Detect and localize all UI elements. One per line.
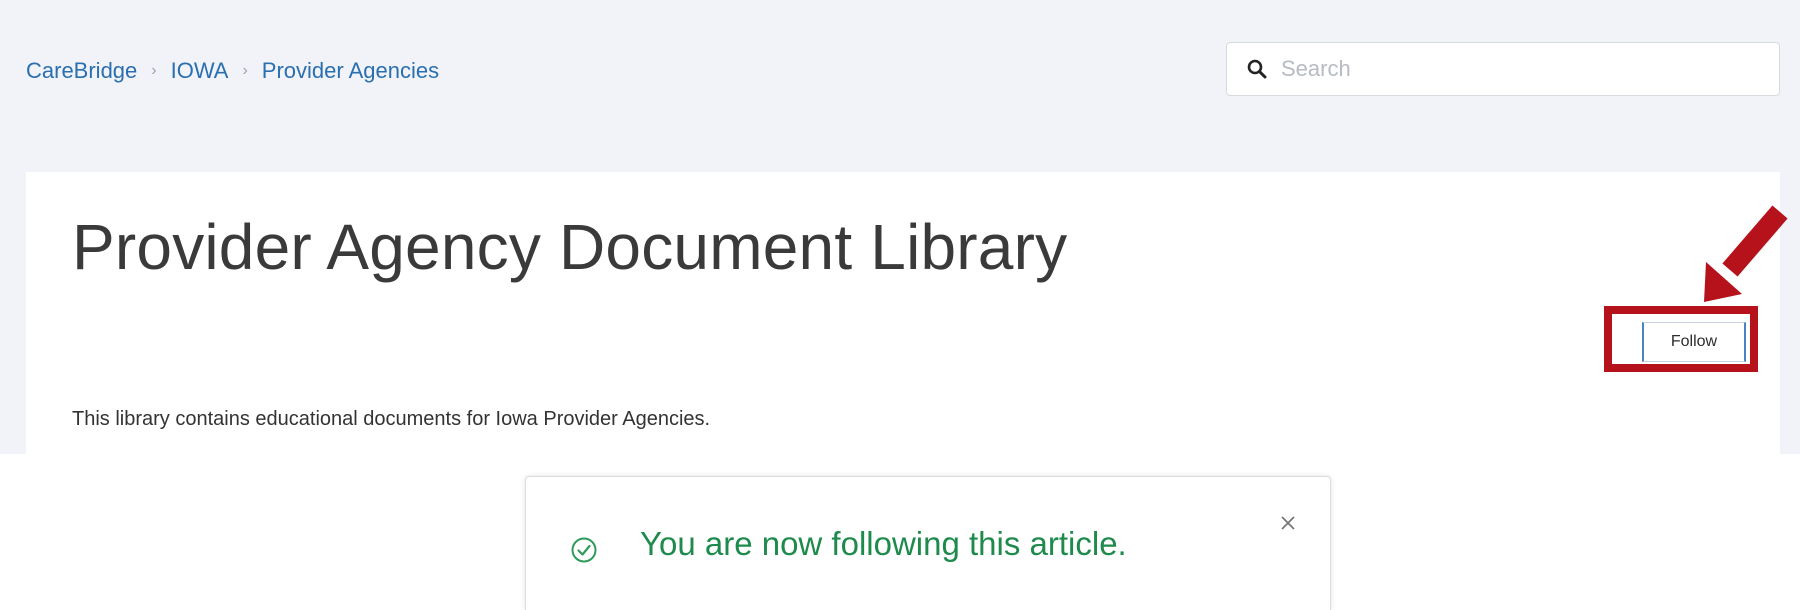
follow-button[interactable]: Follow [1642,322,1746,362]
close-icon[interactable] [1276,511,1300,535]
breadcrumb-link-provider-agencies[interactable]: Provider Agencies [262,58,439,84]
breadcrumb: CareBridge › IOWA › Provider Agencies [26,58,439,84]
content-card: Provider Agency Document Library This li… [26,172,1780,454]
search-icon [1247,59,1267,79]
breadcrumb-link-carebridge[interactable]: CareBridge [26,58,137,84]
page-description: This library contains educational docume… [72,408,711,430]
breadcrumb-link-iowa[interactable]: IOWA [171,58,229,84]
check-circle-icon [571,537,597,563]
page-title: Provider Agency Document Library [72,211,1068,283]
breadcrumb-separator: › [151,62,157,79]
breadcrumb-separator: › [242,62,248,79]
search-box[interactable] [1226,42,1780,96]
search-input[interactable] [1279,55,1753,83]
toast-notification: You are now following this article. [525,476,1331,610]
toast-message: You are now following this article. [640,525,1127,562]
red-arrow-down-left-icon [1704,205,1788,302]
